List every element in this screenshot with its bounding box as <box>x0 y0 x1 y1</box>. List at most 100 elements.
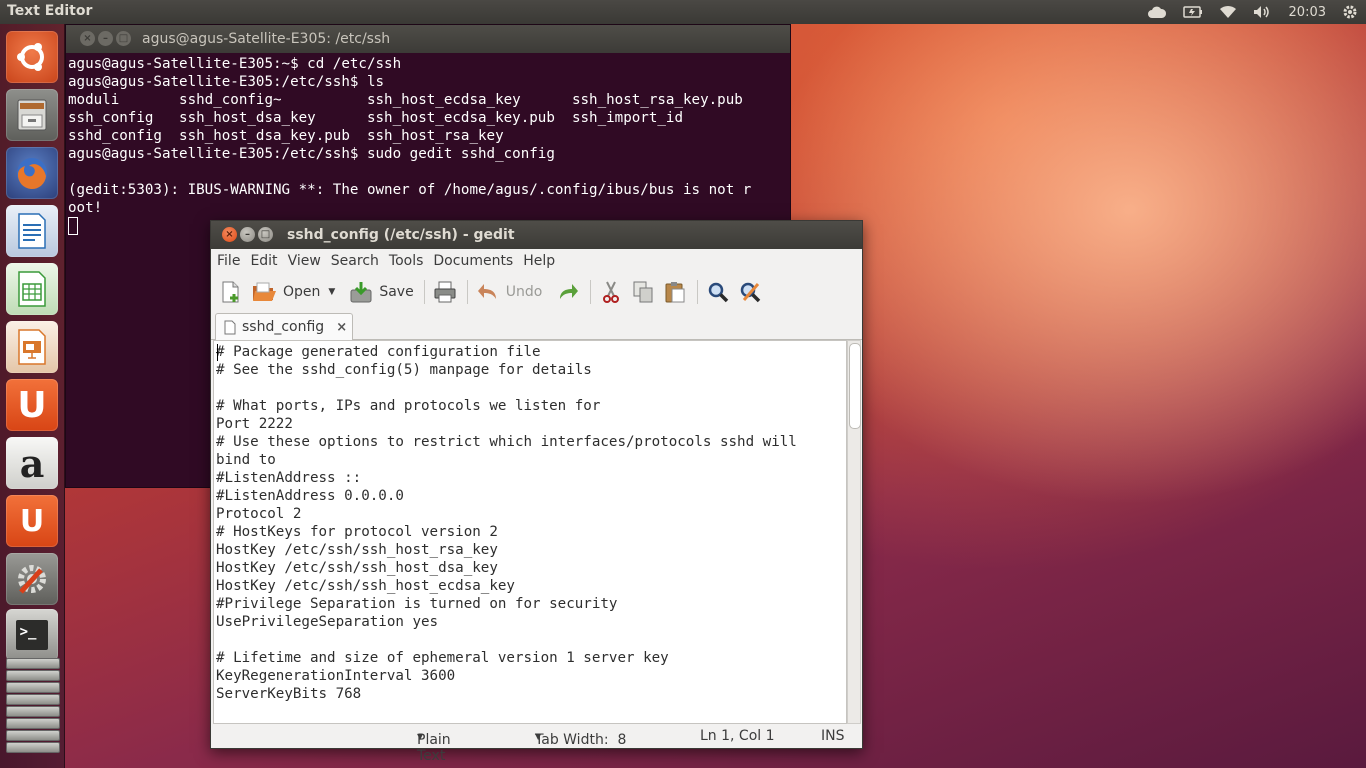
editor-line: #ListenAddress :: <box>216 470 362 486</box>
gedit-window[interactable]: × – □ sshd_config (/etc/ssh) - gedit Fil… <box>210 220 863 764</box>
launcher-amazon[interactable]: a <box>6 437 58 489</box>
menu-search[interactable]: Search <box>331 253 379 269</box>
launcher-system-settings[interactable] <box>6 553 58 605</box>
cloud-icon[interactable] <box>1147 5 1167 19</box>
menu-file[interactable]: File <box>217 253 240 269</box>
editor-line: HostKey /etc/ssh/ssh_host_rsa_key <box>216 542 498 558</box>
terminal-close-button[interactable]: × <box>80 31 95 46</box>
clock[interactable]: 20:03 <box>1289 5 1326 20</box>
cut-button[interactable] <box>599 280 623 304</box>
writer-icon <box>6 205 58 257</box>
ubuntu-logo-icon <box>6 31 58 83</box>
tab-close-icon[interactable]: × <box>336 320 347 335</box>
terminal-line: oot! <box>68 200 103 216</box>
document-icon <box>224 320 236 334</box>
launcher-stacked-item[interactable] <box>6 670 60 681</box>
gear-icon[interactable] <box>1342 4 1358 20</box>
scissors-icon <box>603 281 620 303</box>
editor-line: Port 2222 <box>216 416 293 432</box>
launcher-stacked-item[interactable] <box>6 658 60 669</box>
editor-text: # Package generated configuration file # … <box>214 341 846 703</box>
undo-label: Undo <box>505 284 543 300</box>
cursor-position: Ln 1, Col 1 <box>700 728 775 744</box>
launcher-stacked-item[interactable] <box>6 694 60 705</box>
launcher-libreoffice-writer[interactable] <box>6 205 58 257</box>
search-icon <box>709 282 729 303</box>
amazon-icon: a <box>19 440 45 486</box>
redo-button[interactable] <box>556 281 580 303</box>
document-tab[interactable]: sshd_config × <box>215 313 353 340</box>
save-button[interactable]: Save <box>349 280 414 304</box>
firefox-icon <box>6 147 58 199</box>
terminal-icon: >_ <box>6 609 58 661</box>
editor-line: ServerKeyBits 768 <box>216 686 362 702</box>
clipboard-icon <box>665 282 685 303</box>
copy-button[interactable] <box>631 280 655 304</box>
terminal-minimize-button[interactable]: – <box>98 31 113 46</box>
launcher-stacked-item[interactable] <box>6 730 60 741</box>
battery-icon[interactable] <box>1182 6 1203 18</box>
undo-button[interactable]: Undo <box>476 281 543 303</box>
terminal-line: sshd_config ssh_host_dsa_key.pub ssh_hos… <box>68 128 504 144</box>
editor-line: #Privilege Separation is turned on for s… <box>216 596 618 612</box>
text-caret <box>217 344 218 361</box>
open-button[interactable]: Open <box>251 280 320 304</box>
launcher-firefox[interactable] <box>6 147 58 199</box>
editor-line: # See the sshd_config(5) manpage for det… <box>216 362 592 378</box>
launcher-stacked-item[interactable] <box>6 682 60 693</box>
launcher-ubuntu-dash[interactable] <box>6 31 58 83</box>
menu-view[interactable]: View <box>288 253 321 269</box>
insert-mode: INS <box>821 728 845 744</box>
print-button[interactable] <box>433 280 457 304</box>
terminal-titlebar[interactable]: × – □ agus@agus-Satellite-E305: /etc/ssh <box>66 25 790 53</box>
volume-icon[interactable] <box>1253 5 1273 19</box>
app-title: Text Editor <box>7 3 93 19</box>
editor-line: # Package generated configuration file <box>216 344 541 360</box>
menu-documents[interactable]: Documents <box>433 253 513 269</box>
launcher-ubuntu-one-music[interactable]: U <box>6 495 58 547</box>
gedit-minimize-button[interactable]: – <box>240 227 255 242</box>
menu-edit[interactable]: Edit <box>250 253 277 269</box>
launcher-libreoffice-impress[interactable] <box>6 321 58 373</box>
paste-button[interactable] <box>663 280 687 304</box>
launcher-stacked-item[interactable] <box>6 706 60 717</box>
menu-help[interactable]: Help <box>523 253 555 269</box>
gedit-maximize-button[interactable]: □ <box>258 227 273 242</box>
scrollbar-thumb[interactable] <box>849 343 861 429</box>
launcher-stacked-item[interactable] <box>6 742 60 753</box>
document-tab-label: sshd_config <box>242 319 325 335</box>
menu-tools[interactable]: Tools <box>389 253 424 269</box>
launcher-stacked-item[interactable] <box>6 718 60 729</box>
undo-icon <box>477 284 496 299</box>
new-document-button[interactable] <box>219 280 243 304</box>
editor-line: # HostKeys for protocol version 2 <box>216 524 498 540</box>
terminal-maximize-button[interactable]: □ <box>116 31 131 46</box>
launcher-terminal[interactable]: >_ <box>6 609 58 661</box>
wifi-icon[interactable] <box>1219 5 1237 19</box>
launcher-files[interactable] <box>6 89 58 141</box>
open-recent-dropdown[interactable]: ▼ <box>328 287 335 297</box>
launcher-libreoffice-calc[interactable] <box>6 263 58 315</box>
find-button[interactable] <box>706 280 730 304</box>
launcher-ubuntu-software[interactable]: U <box>6 379 58 431</box>
terminal-screen[interactable]: agus@agus-Satellite-E305:~$ cd /etc/ssh a… <box>66 53 790 235</box>
new-document-icon <box>222 281 239 303</box>
terminal-line: agus@agus-Satellite-E305:/etc/ssh$ ls <box>68 74 385 90</box>
chevron-down-icon: ▼ <box>328 287 336 297</box>
impress-icon <box>6 321 58 373</box>
launcher: U a U >_ <box>0 24 65 768</box>
statusbar: Plain Text ▼ Tab Width: 8 ▼ Ln 1, Col 1 … <box>211 724 862 764</box>
folder-open-icon <box>253 282 276 301</box>
text-editor-area[interactable]: # Package generated configuration file # … <box>213 340 847 724</box>
terminal-line: moduli sshd_config~ ssh_host_ecdsa_key s… <box>68 92 743 108</box>
toolbar-separator <box>697 280 699 304</box>
settings-icon <box>6 553 58 605</box>
find-replace-button[interactable] <box>738 280 762 304</box>
gedit-titlebar[interactable]: × – □ sshd_config (/etc/ssh) - gedit <box>211 221 862 249</box>
gedit-close-button[interactable]: × <box>222 227 237 242</box>
editor-vertical-scrollbar[interactable] <box>847 340 861 724</box>
editor-line: # Use these options to restrict which in… <box>216 434 797 450</box>
